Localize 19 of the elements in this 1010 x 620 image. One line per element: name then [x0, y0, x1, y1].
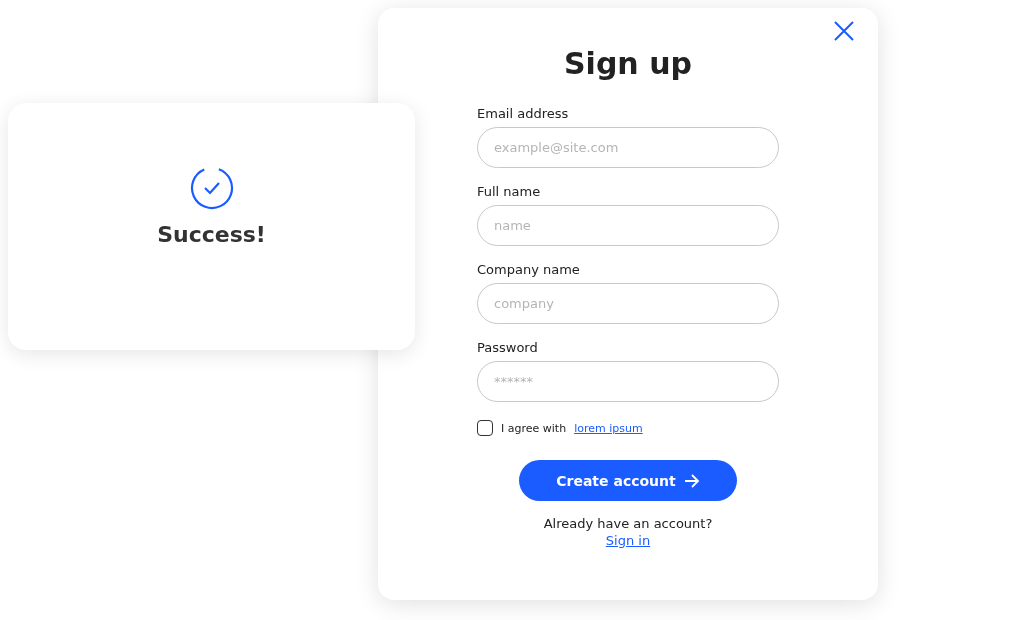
checkbox[interactable]: [477, 420, 493, 436]
input-field[interactable]: name: [477, 205, 779, 246]
check-circle-icon: [189, 166, 234, 210]
close-icon[interactable]: [834, 21, 854, 41]
terms-link[interactable]: lorem ipsum: [574, 421, 643, 435]
field-label: Email address: [477, 106, 570, 122]
footer-text: Already have an account?: [543, 515, 713, 533]
create-account-button[interactable]: Create account: [519, 460, 737, 501]
input-field[interactable]: ******: [477, 361, 779, 402]
input-field[interactable]: example@site.com: [477, 127, 779, 168]
field-label: Password: [477, 340, 539, 356]
arrow-icon: [683, 473, 700, 488]
field-label: Full name: [477, 184, 542, 200]
field-label: Company name: [477, 262, 581, 278]
sign-in-link[interactable]: Sign in: [605, 533, 651, 548]
success-message: Success!: [157, 222, 266, 247]
input-field[interactable]: company: [477, 283, 779, 324]
agreement-text: I agree with: [501, 421, 567, 435]
form-title: Sign up: [564, 45, 692, 83]
